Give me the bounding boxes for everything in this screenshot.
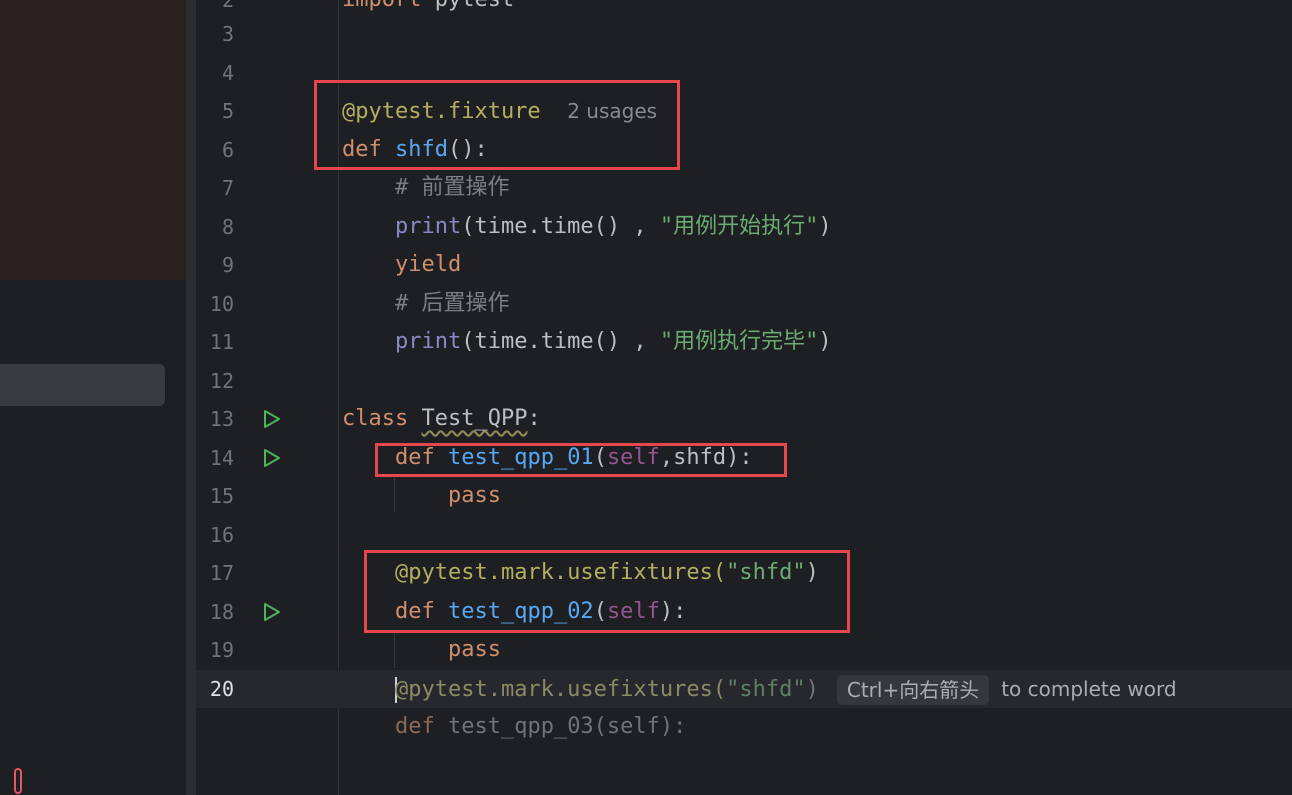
code-line[interactable]: 15 pass <box>196 477 1292 515</box>
run-gutter-icon[interactable] <box>260 447 282 469</box>
line-number: 14 <box>209 446 234 470</box>
line-number: 3 <box>221 22 234 46</box>
code-line[interactable]: 10 # 后置操作 <box>196 285 1292 323</box>
code-text[interactable]: pass <box>342 477 501 515</box>
code-line[interactable]: 7 # 前置操作 <box>196 169 1292 207</box>
line-number: 10 <box>209 292 234 316</box>
line-number: 7 <box>221 176 234 200</box>
code-text[interactable]: print(time.time() , "用例开始执行") <box>342 208 832 246</box>
selected-tree-item[interactable] <box>0 364 165 406</box>
code-line[interactable]: 19 pass <box>196 631 1292 669</box>
run-gutter-icon[interactable] <box>260 601 282 623</box>
line-number: 17 <box>209 561 234 585</box>
line-number: 6 <box>221 138 234 162</box>
highlight-box <box>375 443 787 477</box>
code-line[interactable]: 3 <box>196 15 1292 53</box>
line-number: 15 <box>209 484 234 508</box>
line-number: 9 <box>221 253 234 277</box>
completion-hint-text: to complete word <box>1001 677 1177 701</box>
code-editor[interactable]: 2 import pytest 3 4 5 @pytest.fixture 2 … <box>196 0 1292 795</box>
line-number: 5 <box>221 99 234 123</box>
code-text[interactable]: # 前置操作 <box>342 169 510 207</box>
highlight-box <box>314 80 680 170</box>
code-line[interactable]: 8 print(time.time() , "用例开始执行") <box>196 208 1292 246</box>
inline-completion-ghost[interactable]: @pytest.mark.usefixtures("shfd") <box>395 677 819 702</box>
code-text[interactable]: yield <box>342 246 461 284</box>
code-line[interactable]: 11 print(time.time() , "用例执行完毕") <box>196 323 1292 361</box>
error-marker <box>14 768 22 794</box>
code-line[interactable]: def test_qpp_03(self): <box>196 708 1292 746</box>
panel-divider[interactable] <box>186 0 196 795</box>
line-number: 4 <box>221 61 234 85</box>
line-number: 20 <box>209 677 234 701</box>
run-gutter-icon[interactable] <box>260 408 282 430</box>
panel-header-area <box>0 0 186 280</box>
code-text[interactable]: @pytest.mark.usefixtures("shfd") Ctrl+向右箭… <box>342 670 1177 709</box>
line-number: 12 <box>209 369 234 393</box>
line-number: 13 <box>209 407 234 431</box>
inline-completion-ghost[interactable]: def test_qpp_03(self): <box>342 708 686 746</box>
code-line[interactable]: 9 yield <box>196 246 1292 284</box>
current-code-line[interactable]: 20 @pytest.mark.usefixtures("shfd") Ctrl+… <box>196 670 1292 708</box>
completion-shortcut-badge[interactable]: Ctrl+向右箭头 <box>836 675 990 705</box>
code-text[interactable]: print(time.time() , "用例执行完毕") <box>342 323 832 361</box>
line-number: 18 <box>209 600 234 624</box>
code-text[interactable]: class Test_QPP: <box>342 400 541 438</box>
highlight-box <box>364 550 850 633</box>
project-panel <box>0 0 186 795</box>
line-number: 19 <box>209 638 234 662</box>
code-line[interactable]: 13 class Test_QPP: <box>196 400 1292 438</box>
code-text[interactable]: # 后置操作 <box>342 285 510 323</box>
code-line[interactable]: 12 <box>196 362 1292 400</box>
code-text[interactable]: pass <box>342 631 501 669</box>
line-number: 8 <box>221 215 234 239</box>
code-line[interactable]: 16 <box>196 516 1292 554</box>
line-number: 16 <box>209 523 234 547</box>
line-number: 11 <box>209 330 234 354</box>
